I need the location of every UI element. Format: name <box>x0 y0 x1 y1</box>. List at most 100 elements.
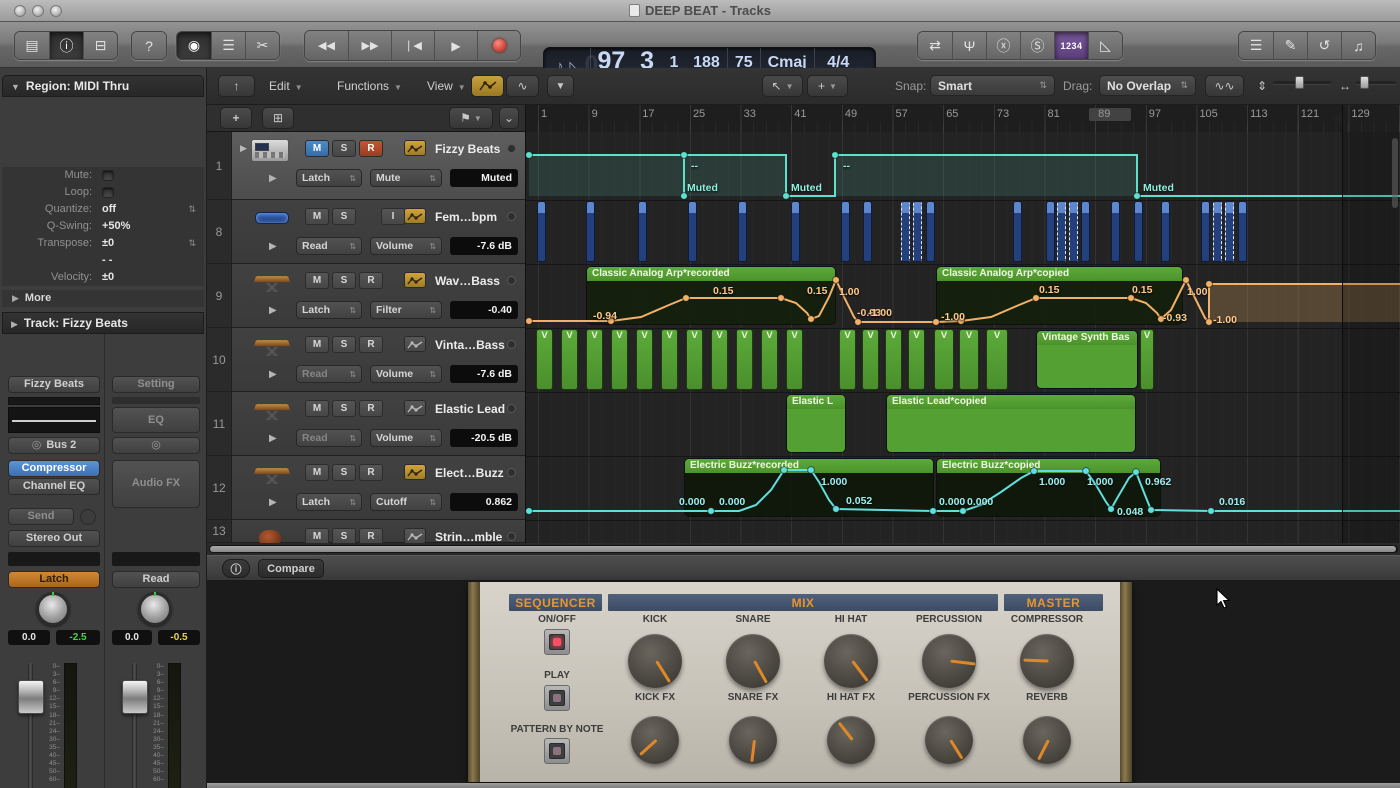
pan-value[interactable]: 0.0 <box>112 630 152 645</box>
knob-percussion[interactable] <box>922 634 976 688</box>
region-vintage-synth-slice[interactable]: V <box>636 329 653 390</box>
region-vintage-synth-slice[interactable]: V <box>934 329 954 390</box>
duplicate-track-button[interactable]: ⊞ <box>262 107 294 129</box>
automation-param-dropdown[interactable]: Filter ⇅ <box>370 301 442 319</box>
drag-dropdown[interactable]: No Overlap ⇅ <box>1099 75 1196 96</box>
pan-knob[interactable] <box>138 592 172 626</box>
region-vintage-synth-slice[interactable]: V <box>536 329 553 390</box>
send-knob[interactable] <box>80 509 96 525</box>
audio-fx-slot[interactable]: Audio FX <box>112 460 200 508</box>
track-mute-button[interactable]: M <box>305 208 329 225</box>
gain-value[interactable]: -0.5 <box>158 630 200 645</box>
audio-slice[interactable] <box>913 201 922 262</box>
automation-value[interactable]: -0.40 <box>450 301 518 319</box>
automation-mode-dropdown[interactable]: Read ⇅ <box>296 237 362 255</box>
region-vintage-synth-bas[interactable]: Vintage Synth Bas <box>1036 330 1138 389</box>
region-elastic-l[interactable]: Elastic L <box>786 394 846 453</box>
command-click-tool-menu[interactable]: + ▼ <box>807 75 848 97</box>
automation-value[interactable]: -7.6 dB <box>450 365 518 383</box>
automation-lane-disclosure[interactable]: ▶ <box>269 497 277 508</box>
region-vintage-synth-slice[interactable]: V <box>611 329 628 390</box>
region-vintage-synth-slice[interactable]: V <box>761 329 778 390</box>
waveform-zoom-button[interactable]: ∿∿ <box>1205 75 1244 97</box>
group-slot[interactable] <box>112 552 200 566</box>
audio-slice[interactable] <box>1225 201 1234 262</box>
project-end-marker[interactable] <box>1333 113 1342 125</box>
region-inspector-header[interactable]: ▼ Region: MIDI Thru <box>2 75 204 97</box>
region-vintage-synth-slice[interactable]: V <box>885 329 902 390</box>
audio-slice[interactable] <box>841 201 850 262</box>
horizontal-zoom-thumb[interactable] <box>1360 76 1369 89</box>
region-elastic-lead-copied[interactable]: Elastic Lead*copied <box>886 394 1136 453</box>
track-mute-button[interactable]: M <box>305 336 329 353</box>
knob-compressor[interactable] <box>1020 634 1074 688</box>
track-automation-icon[interactable] <box>404 140 426 156</box>
track-mute-button[interactable]: M <box>305 140 329 157</box>
track-header-vinta-bass[interactable]: 10 M S R Vinta…Bass ▶ Read ⇅ Volume ⇅ -7.6 dB <box>207 328 525 392</box>
automation-lane-disclosure[interactable]: ▶ <box>269 305 277 316</box>
eq-thumbnail[interactable] <box>8 407 100 433</box>
region-vintage-synth-slice[interactable]: V <box>862 329 879 390</box>
region-classic-analog-arp-recorded[interactable]: Classic Analog Arp*recorded <box>586 266 836 325</box>
track1-mute-line[interactable] <box>529 154 1400 197</box>
project-end-line[interactable] <box>1342 105 1343 132</box>
track-inspector-header[interactable]: ▶ Track: Fizzy Beats <box>2 312 204 334</box>
track-record-button[interactable]: R <box>359 272 383 289</box>
automation-lane-disclosure[interactable]: ▶ <box>269 173 277 184</box>
automation-value[interactable]: 0.862 <box>450 493 518 511</box>
track-solo-button[interactable]: S <box>332 464 356 481</box>
track-automation-icon[interactable] <box>404 208 426 224</box>
collapse-tracks-button[interactable]: ⌄ <box>499 107 519 129</box>
track-mute-button[interactable]: M <box>305 400 329 417</box>
button-pattern-by-note[interactable] <box>544 738 570 764</box>
automation-param-dropdown[interactable]: Volume ⇅ <box>370 365 442 383</box>
horizontal-zoom-slider[interactable] <box>1356 76 1396 89</box>
button-on-off[interactable] <box>544 629 570 655</box>
audio-slice[interactable] <box>863 201 872 262</box>
track-solo-button[interactable]: S <box>332 140 356 157</box>
audio-slice[interactable] <box>1057 201 1066 262</box>
track1-mute-node[interactable] <box>1133 192 1141 200</box>
knob-percussion-fx[interactable] <box>925 716 973 764</box>
edit-menu[interactable]: Edit ▼ <box>269 76 303 96</box>
track9-filter-node[interactable] <box>1182 276 1190 284</box>
automation-mode-button[interactable]: Read <box>112 571 200 588</box>
region-vintage-synth-slice[interactable]: V <box>786 329 803 390</box>
snap-dropdown[interactable]: Smart ⇅ <box>930 75 1055 96</box>
browsers-button[interactable]: ♫ <box>1341 32 1375 59</box>
vertical-scrollbar[interactable] <box>1392 138 1398 208</box>
track9-filter-node[interactable] <box>526 317 533 325</box>
gain-value[interactable]: -2.5 <box>56 630 100 645</box>
toolbar-toggle-button[interactable]: ⊟ <box>83 32 117 59</box>
track-header-strin-mble[interactable]: 13 M S R Strin…mble <box>207 520 525 543</box>
autopunch-button[interactable]: ⓧ <box>986 32 1020 59</box>
track-automation-icon[interactable] <box>404 464 426 480</box>
automation-lane-disclosure[interactable]: ▶ <box>269 369 277 380</box>
track-mute-button[interactable]: M <box>305 464 329 481</box>
input-bus-button[interactable]: ◎ Bus 2 <box>8 437 100 454</box>
volume-fader[interactable] <box>18 680 44 714</box>
output-setting-button[interactable]: Setting <box>112 376 200 393</box>
track-header-wav-bass[interactable]: 9 M S R Wav…Bass ▶ Latch ⇅ Filter ⇅ -0.40 <box>207 264 525 328</box>
param-value[interactable]: +50% <box>102 218 130 235</box>
button-play[interactable] <box>544 685 570 711</box>
knob-hi-hat-fx[interactable] <box>827 716 875 764</box>
track9-filter-node[interactable] <box>1205 318 1213 326</box>
send-slot[interactable]: Send <box>8 508 74 525</box>
region-more-row[interactable]: ▶ More <box>2 290 204 307</box>
track-record-button[interactable]: R <box>359 400 383 417</box>
track-record-button[interactable]: R <box>359 528 383 543</box>
count-in-button[interactable]: 1234 <box>1054 32 1088 59</box>
bar-ruler[interactable]: 1 9 17 25 33 41 49 57 65 73 81 89 97 105 113 121 129 <box>525 105 1400 132</box>
audio-slice[interactable] <box>586 201 595 262</box>
track-name[interactable]: Vinta…Bass <box>435 338 505 352</box>
track-name[interactable]: Wav…Bass <box>435 274 500 288</box>
track-automation-icon[interactable] <box>404 336 426 352</box>
automation-value[interactable]: Muted <box>450 169 518 187</box>
functions-menu[interactable]: Functions ▼ <box>337 76 402 96</box>
track-solo-button[interactable]: S <box>332 528 356 543</box>
compare-button[interactable]: Compare <box>258 559 324 578</box>
automation-param-dropdown[interactable]: Volume ⇅ <box>370 237 442 255</box>
audio-slice[interactable] <box>1213 201 1222 262</box>
track-solo-button[interactable]: S <box>332 336 356 353</box>
